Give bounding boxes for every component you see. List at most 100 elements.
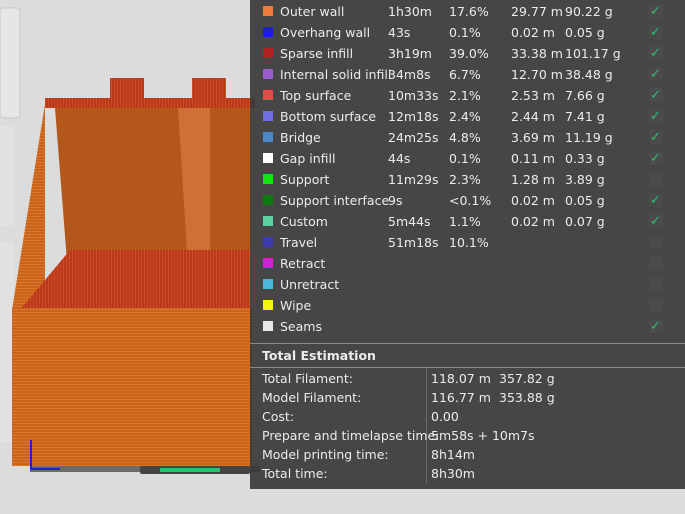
legend-row[interactable]: Sparse infill 3h19m 39.0% 33.38 m 101.17 g — [250, 43, 685, 64]
legend-row[interactable]: Custom 5m44s 1.1% 0.02 m 0.07 g — [250, 211, 685, 232]
feature-name: Top surface — [280, 88, 352, 103]
legend-row[interactable]: Overhang wall 43s 0.1% 0.02 m 0.05 g — [250, 22, 685, 43]
total-row: Model printing time: 8h14m — [250, 445, 685, 464]
feature-name: Sparse infill — [280, 46, 354, 61]
feature-weight: 11.19 g — [565, 130, 613, 145]
legend-row[interactable]: Gap infill 44s 0.1% 0.11 m 0.33 g — [250, 148, 685, 169]
legend-row[interactable]: Internal solid infill 34m8s 6.7% 12.70 m 38.… — [250, 64, 685, 85]
feature-length: 0.11 m — [511, 151, 555, 166]
visibility-checkbox[interactable] — [649, 235, 663, 249]
feature-name: Gap infill — [280, 151, 336, 166]
feature-percent: 10.1% — [449, 235, 489, 250]
legend-row[interactable]: Wipe — [250, 295, 685, 316]
visibility-checkbox[interactable] — [649, 85, 663, 106]
total-value-secondary: 357.82 g — [499, 371, 555, 386]
layer-slider-fill — [160, 468, 220, 472]
legend-row[interactable]: Seams — [250, 316, 685, 337]
feature-length: 0.02 m — [511, 25, 555, 40]
color-swatch-icon — [263, 300, 273, 310]
visibility-checkbox[interactable] — [649, 277, 663, 291]
feature-percent: 2.3% — [449, 172, 481, 187]
feature-weight: 7.41 g — [565, 109, 605, 124]
color-swatch-icon — [263, 6, 273, 16]
feature-name: Overhang wall — [280, 25, 371, 40]
legend-row[interactable]: Support 11m29s 2.3% 1.28 m 3.89 g — [250, 169, 685, 190]
feature-name: Support interface — [280, 193, 390, 208]
feature-length: 1.28 m — [511, 172, 555, 187]
feature-percent: <0.1% — [449, 193, 492, 208]
visibility-checkbox[interactable] — [649, 127, 663, 148]
visibility-checkbox[interactable] — [649, 172, 663, 186]
feature-weight: 7.66 g — [565, 88, 605, 103]
legend-row[interactable]: Retract — [250, 253, 685, 274]
legend-row[interactable]: Top surface 10m33s 2.1% 2.53 m 7.66 g — [250, 85, 685, 106]
sidebar-panel — [0, 7, 21, 119]
feature-time: 34m8s — [388, 67, 431, 82]
total-value: 8h30m — [431, 466, 475, 481]
total-value: 116.77 m — [431, 390, 491, 405]
legend-row[interactable]: Unretract — [250, 274, 685, 295]
feature-percent: 39.0% — [449, 46, 489, 61]
feature-length: 29.77 m — [511, 4, 563, 19]
visibility-checkbox[interactable] — [649, 256, 663, 270]
visibility-checkbox[interactable] — [649, 148, 663, 169]
visibility-checkbox[interactable] — [649, 22, 663, 43]
feature-length: 12.70 m — [511, 67, 563, 82]
feature-percent: 1.1% — [449, 214, 481, 229]
total-label: Total Filament: — [262, 371, 353, 386]
feature-percent: 6.7% — [449, 67, 481, 82]
feature-name: Bottom surface — [280, 109, 377, 124]
total-row: Cost: 0.00 — [250, 407, 685, 426]
feature-length: 3.69 m — [511, 130, 555, 145]
visibility-checkbox[interactable] — [649, 298, 663, 312]
visibility-checkbox[interactable] — [649, 211, 663, 232]
legend-row[interactable]: Outer wall 1h30m 17.6% 29.77 m 90.22 g — [250, 1, 685, 22]
feature-weight: 0.33 g — [565, 151, 605, 166]
visibility-checkbox[interactable] — [649, 190, 663, 211]
print-front-face — [12, 308, 252, 466]
total-estimation-title: Total Estimation — [262, 348, 376, 363]
feature-name: Seams — [280, 319, 322, 334]
visibility-checkbox[interactable] — [649, 316, 663, 337]
color-swatch-icon — [263, 69, 273, 79]
feature-name: Retract — [280, 256, 326, 271]
color-swatch-icon — [263, 321, 273, 331]
feature-time: 24m25s — [388, 130, 439, 145]
feature-percent: 2.1% — [449, 88, 481, 103]
feature-percent: 17.6% — [449, 4, 489, 19]
legend-row[interactable]: Travel 51m18s 10.1% — [250, 232, 685, 253]
color-swatch-icon — [263, 153, 273, 163]
total-value: 118.07 m — [431, 371, 491, 386]
feature-time: 3h19m — [388, 46, 432, 61]
feature-percent: 0.1% — [449, 151, 481, 166]
color-swatch-icon — [263, 237, 273, 247]
legend-row[interactable]: Bridge 24m25s 4.8% 3.69 m 11.19 g — [250, 127, 685, 148]
total-row: Prepare and timelapse time: 5m58s + 10m7s — [250, 426, 685, 445]
sidebar-panel — [0, 242, 14, 442]
feature-percent: 0.1% — [449, 25, 481, 40]
total-row: Total time: 8h30m — [250, 464, 685, 483]
feature-percent: 2.4% — [449, 109, 481, 124]
feature-weight: 90.22 g — [565, 4, 613, 19]
feature-weight: 0.05 g — [565, 25, 605, 40]
sidebar-panel — [0, 126, 14, 226]
axis-x — [30, 468, 60, 470]
feature-name: Unretract — [280, 277, 340, 292]
color-swatch-icon — [263, 258, 273, 268]
feature-name: Internal solid infill — [280, 67, 392, 82]
legend-row[interactable]: Bottom surface 12m18s 2.4% 2.44 m 7.41 g — [250, 106, 685, 127]
feature-time: 43s — [388, 25, 411, 40]
color-swatch-icon — [263, 111, 273, 121]
feature-time: 11m29s — [388, 172, 439, 187]
total-label: Model Filament: — [262, 390, 362, 405]
visibility-checkbox[interactable] — [649, 43, 663, 64]
legend-row[interactable]: Support interface 9s <0.1% 0.02 m 0.05 g — [250, 190, 685, 211]
feature-weight: 38.48 g — [565, 67, 613, 82]
visibility-checkbox[interactable] — [649, 106, 663, 127]
feature-name: Custom — [280, 214, 328, 229]
visibility-checkbox[interactable] — [649, 64, 663, 85]
visibility-checkbox[interactable] — [649, 1, 663, 22]
legend-panel: Outer wall 1h30m 17.6% 29.77 m90.22 g Overha… — [250, 0, 685, 489]
feature-name: Travel — [280, 235, 318, 250]
feature-weight: 0.07 g — [565, 214, 605, 229]
